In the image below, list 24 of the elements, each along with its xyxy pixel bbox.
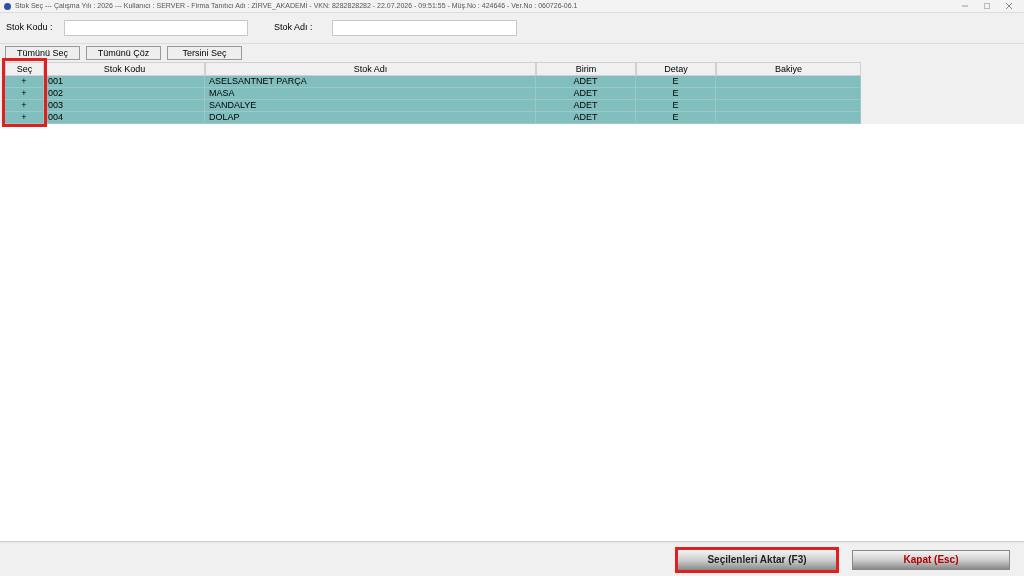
filter-label: Stok Kodu : bbox=[6, 21, 54, 35]
table-row[interactable]: + 002 MASA ADET E bbox=[5, 88, 861, 100]
minimize-icon[interactable] bbox=[962, 3, 968, 9]
column-header[interactable]: Seç bbox=[5, 62, 44, 76]
transfer-button[interactable]: Seçilenleri Aktar (F3) bbox=[678, 549, 836, 570]
column-header[interactable]: Bakiye bbox=[716, 62, 861, 76]
close-button[interactable]: Kapat (Esc) bbox=[852, 549, 1010, 570]
column-header[interactable]: Detay bbox=[636, 62, 716, 76]
table-cell: + bbox=[5, 112, 44, 124]
filter-field[interactable] bbox=[332, 20, 517, 36]
toolbar-button[interactable]: Tersini Seç bbox=[167, 46, 242, 60]
filter-label: Stok Adı : bbox=[274, 21, 314, 35]
table-row[interactable]: + 001 ASELSANTNET PARÇA ADET E bbox=[5, 76, 861, 88]
table-row[interactable]: + 003 SANDALYE ADET E bbox=[5, 100, 861, 112]
toolbar-button[interactable]: Tümünü Seç bbox=[5, 46, 80, 60]
toolbar-button[interactable]: Tümünü Çöz bbox=[86, 46, 161, 60]
app-icon bbox=[4, 2, 11, 10]
column-header[interactable]: Stok Kodu bbox=[44, 62, 205, 76]
column-header[interactable]: Birim bbox=[536, 62, 636, 76]
close-icon[interactable] bbox=[1006, 3, 1012, 9]
maximize-icon[interactable] bbox=[984, 3, 990, 9]
table-row[interactable]: + 004 DOLAP ADET E bbox=[5, 112, 861, 124]
column-header[interactable]: Stok Adı bbox=[205, 62, 536, 76]
filter-field[interactable] bbox=[64, 20, 248, 36]
